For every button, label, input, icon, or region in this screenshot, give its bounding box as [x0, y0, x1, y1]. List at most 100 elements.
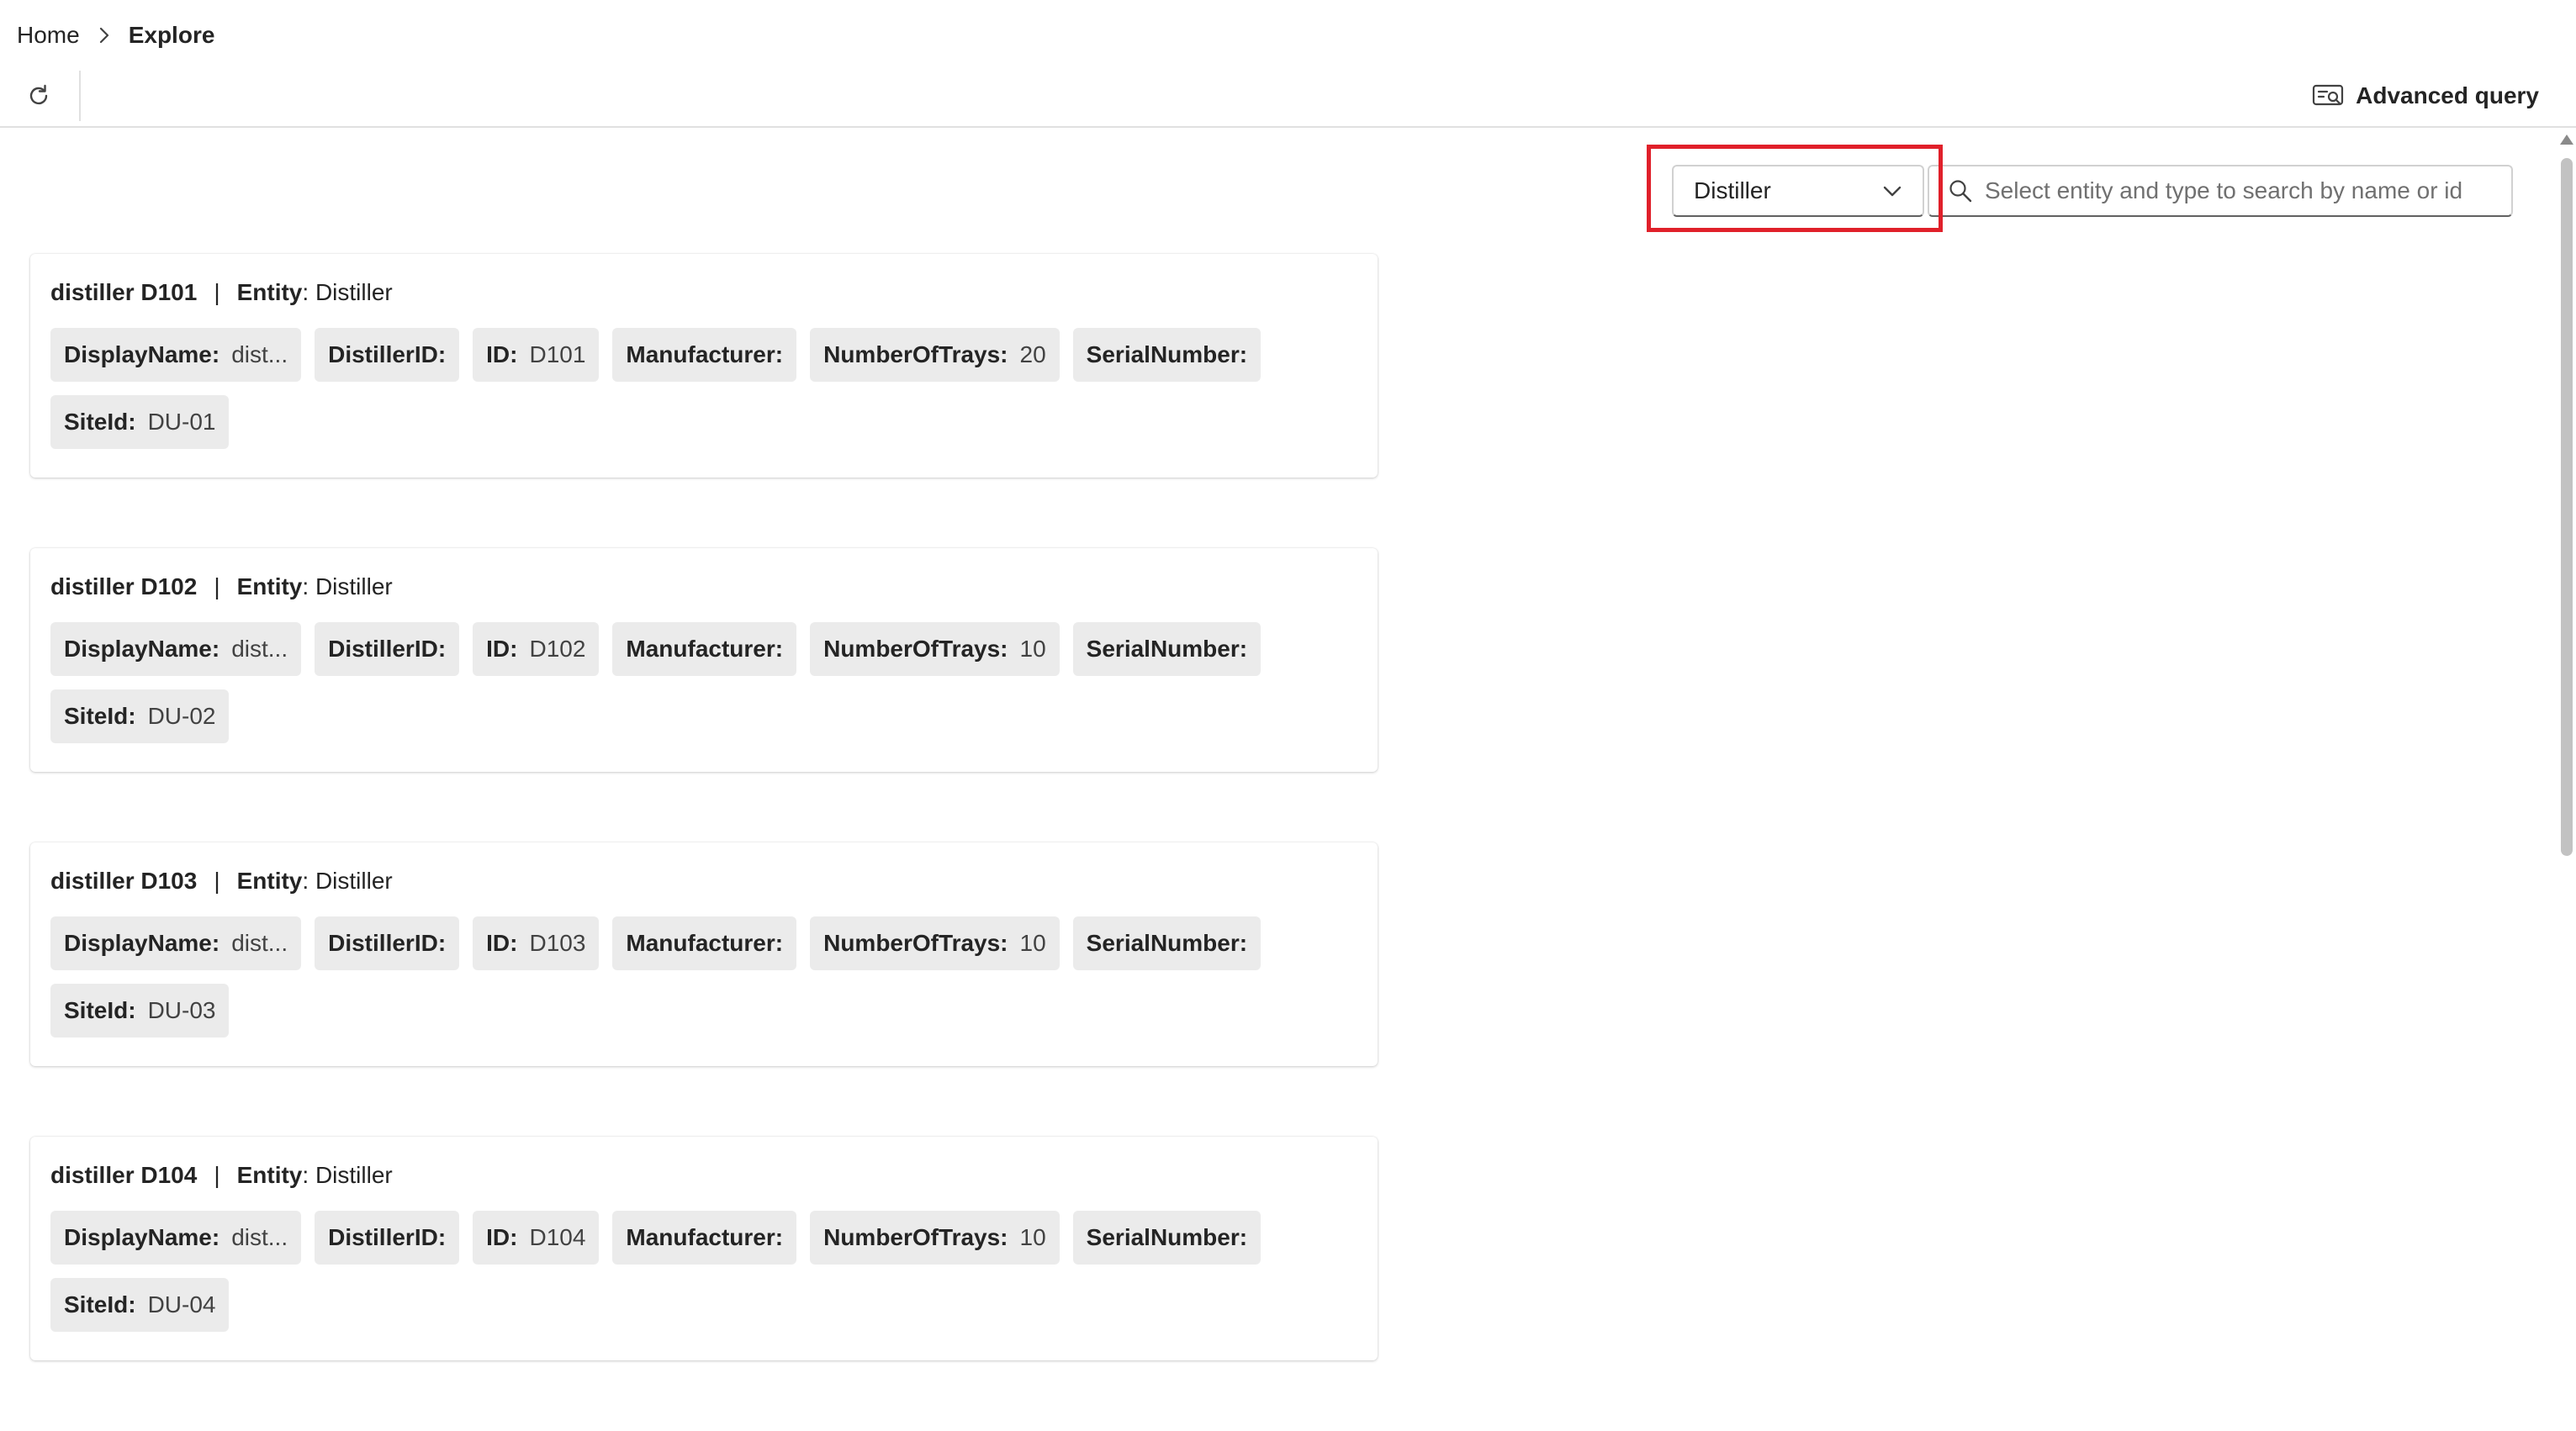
- property-chip: Manufacturer:: [612, 328, 797, 382]
- chip-value: D103: [529, 930, 586, 956]
- chip-key: NumberOfTrays:: [823, 930, 1008, 956]
- chip-value: dist...: [231, 930, 288, 956]
- result-card[interactable]: distiller D103 | Entity: Distiller Displ…: [30, 842, 1378, 1066]
- chip-value: D104: [529, 1224, 586, 1250]
- chip-value: 20: [1019, 341, 1046, 367]
- chip-key: SiteId:: [64, 997, 136, 1023]
- entity-colon: :: [302, 573, 309, 599]
- chip-value: 10: [1019, 636, 1046, 662]
- chip-key: SerialNumber:: [1086, 636, 1248, 662]
- chip-value: D102: [529, 636, 586, 662]
- entity-value: Distiller: [315, 868, 393, 894]
- property-chip: DistillerID:: [315, 916, 460, 970]
- refresh-button[interactable]: [22, 79, 56, 113]
- chip-value: DU-03: [147, 997, 216, 1023]
- property-chip: NumberOfTrays: 10: [810, 916, 1060, 970]
- entity-label: Entity: [236, 279, 303, 305]
- chip-key: SerialNumber:: [1086, 341, 1248, 367]
- card-name: distiller D101: [50, 279, 198, 305]
- chip-value: 10: [1019, 930, 1046, 956]
- property-chip: Manufacturer:: [612, 916, 797, 970]
- chip-key: Manufacturer:: [626, 1224, 784, 1250]
- chip-value: D101: [529, 341, 586, 367]
- vertical-scrollbar[interactable]: [2557, 135, 2576, 1333]
- chip-key: DistillerID:: [328, 341, 447, 367]
- search-icon: [1948, 178, 1973, 203]
- scroll-up-arrow-icon[interactable]: [2560, 135, 2573, 145]
- entity-label: Entity: [236, 1162, 303, 1188]
- entity-colon: :: [302, 279, 309, 305]
- toolbar: Advanced query: [0, 66, 2576, 128]
- chip-key: DistillerID:: [328, 636, 447, 662]
- chip-value: dist...: [231, 636, 288, 662]
- property-chip: DisplayName: dist...: [50, 622, 302, 676]
- breadcrumb: Home Explore: [17, 18, 214, 52]
- scroll-thumb[interactable]: [2561, 158, 2573, 856]
- result-card[interactable]: distiller D104 | Entity: Distiller Displ…: [30, 1137, 1378, 1360]
- chip-value: dist...: [231, 341, 288, 367]
- chip-key: Manufacturer:: [626, 636, 784, 662]
- card-title: distiller D104 | Entity: Distiller: [50, 1159, 1357, 1192]
- chip-key: DisplayName:: [64, 636, 220, 662]
- card-title: distiller D101 | Entity: Distiller: [50, 276, 1357, 309]
- chip-value: 10: [1019, 1224, 1046, 1250]
- property-chip: SiteId: DU-04: [50, 1278, 230, 1332]
- property-chip: Manufacturer:: [612, 1211, 797, 1265]
- chip-key: NumberOfTrays:: [823, 1224, 1008, 1250]
- results-list: distiller D101 | Entity: Distiller Displ…: [30, 254, 1378, 1431]
- entity-type-dropdown[interactable]: Distiller: [1672, 165, 1924, 217]
- property-chip: SerialNumber:: [1072, 328, 1262, 382]
- property-chip: DistillerID:: [315, 328, 460, 382]
- chip-key: Manufacturer:: [626, 341, 784, 367]
- chip-value: DU-01: [147, 409, 216, 435]
- chip-key: SiteId:: [64, 409, 136, 435]
- breadcrumb-home-link[interactable]: Home: [17, 22, 80, 49]
- property-chip: DisplayName: dist...: [50, 328, 302, 382]
- advanced-query-button[interactable]: Advanced query: [2312, 77, 2539, 114]
- property-chip: SerialNumber:: [1072, 916, 1262, 970]
- query-icon: [2312, 83, 2356, 108]
- chip-key: SerialNumber:: [1086, 930, 1248, 956]
- result-card[interactable]: distiller D102 | Entity: Distiller Displ…: [30, 548, 1378, 772]
- chip-value: DU-04: [147, 1291, 216, 1317]
- property-chip: SerialNumber:: [1072, 1211, 1262, 1265]
- property-chip: DisplayName: dist...: [50, 1211, 302, 1265]
- chip-key: ID:: [486, 636, 518, 662]
- property-chip: SerialNumber:: [1072, 622, 1262, 676]
- property-chip: ID: D103: [473, 916, 600, 970]
- property-chip: ID: D104: [473, 1211, 600, 1265]
- refresh-icon: [25, 82, 52, 109]
- card-title: distiller D103 | Entity: Distiller: [50, 864, 1357, 898]
- chip-key: ID:: [486, 930, 518, 956]
- chip-key: ID:: [486, 341, 518, 367]
- search-input[interactable]: [1983, 177, 2508, 205]
- chip-key: NumberOfTrays:: [823, 636, 1008, 662]
- chip-key: DisplayName:: [64, 1224, 220, 1250]
- breadcrumb-current: Explore: [128, 22, 215, 48]
- toolbar-divider: [79, 71, 81, 121]
- property-chip: DistillerID:: [315, 622, 460, 676]
- search-box: [1928, 165, 2513, 217]
- property-chips: DisplayName: dist... DistillerID: ID: D104…: [50, 1211, 1346, 1345]
- entity-colon: :: [302, 868, 309, 894]
- entity-value: Distiller: [315, 279, 393, 305]
- card-title: distiller D102 | Entity: Distiller: [50, 570, 1357, 604]
- property-chip: DisplayName: dist...: [50, 916, 302, 970]
- property-chip: NumberOfTrays: 10: [810, 622, 1060, 676]
- property-chip: NumberOfTrays: 20: [810, 328, 1060, 382]
- property-chips: DisplayName: dist... DistillerID: ID: D101…: [50, 328, 1346, 462]
- chip-value: dist...: [231, 1224, 288, 1250]
- chip-key: DisplayName:: [64, 341, 220, 367]
- entity-value: Distiller: [315, 1162, 393, 1188]
- title-separator: |: [214, 573, 220, 599]
- card-name: distiller D102: [50, 573, 198, 599]
- card-name: distiller D104: [50, 1162, 198, 1188]
- property-chip: SiteId: DU-01: [50, 395, 230, 449]
- property-chip: SiteId: DU-02: [50, 689, 230, 743]
- chip-key: NumberOfTrays:: [823, 341, 1008, 367]
- entity-type-selected: Distiller: [1694, 177, 1771, 203]
- result-card[interactable]: distiller D101 | Entity: Distiller Displ…: [30, 254, 1378, 478]
- chevron-down-icon: [1880, 180, 1904, 209]
- property-chip: ID: D102: [473, 622, 600, 676]
- entity-label: Entity: [236, 573, 303, 599]
